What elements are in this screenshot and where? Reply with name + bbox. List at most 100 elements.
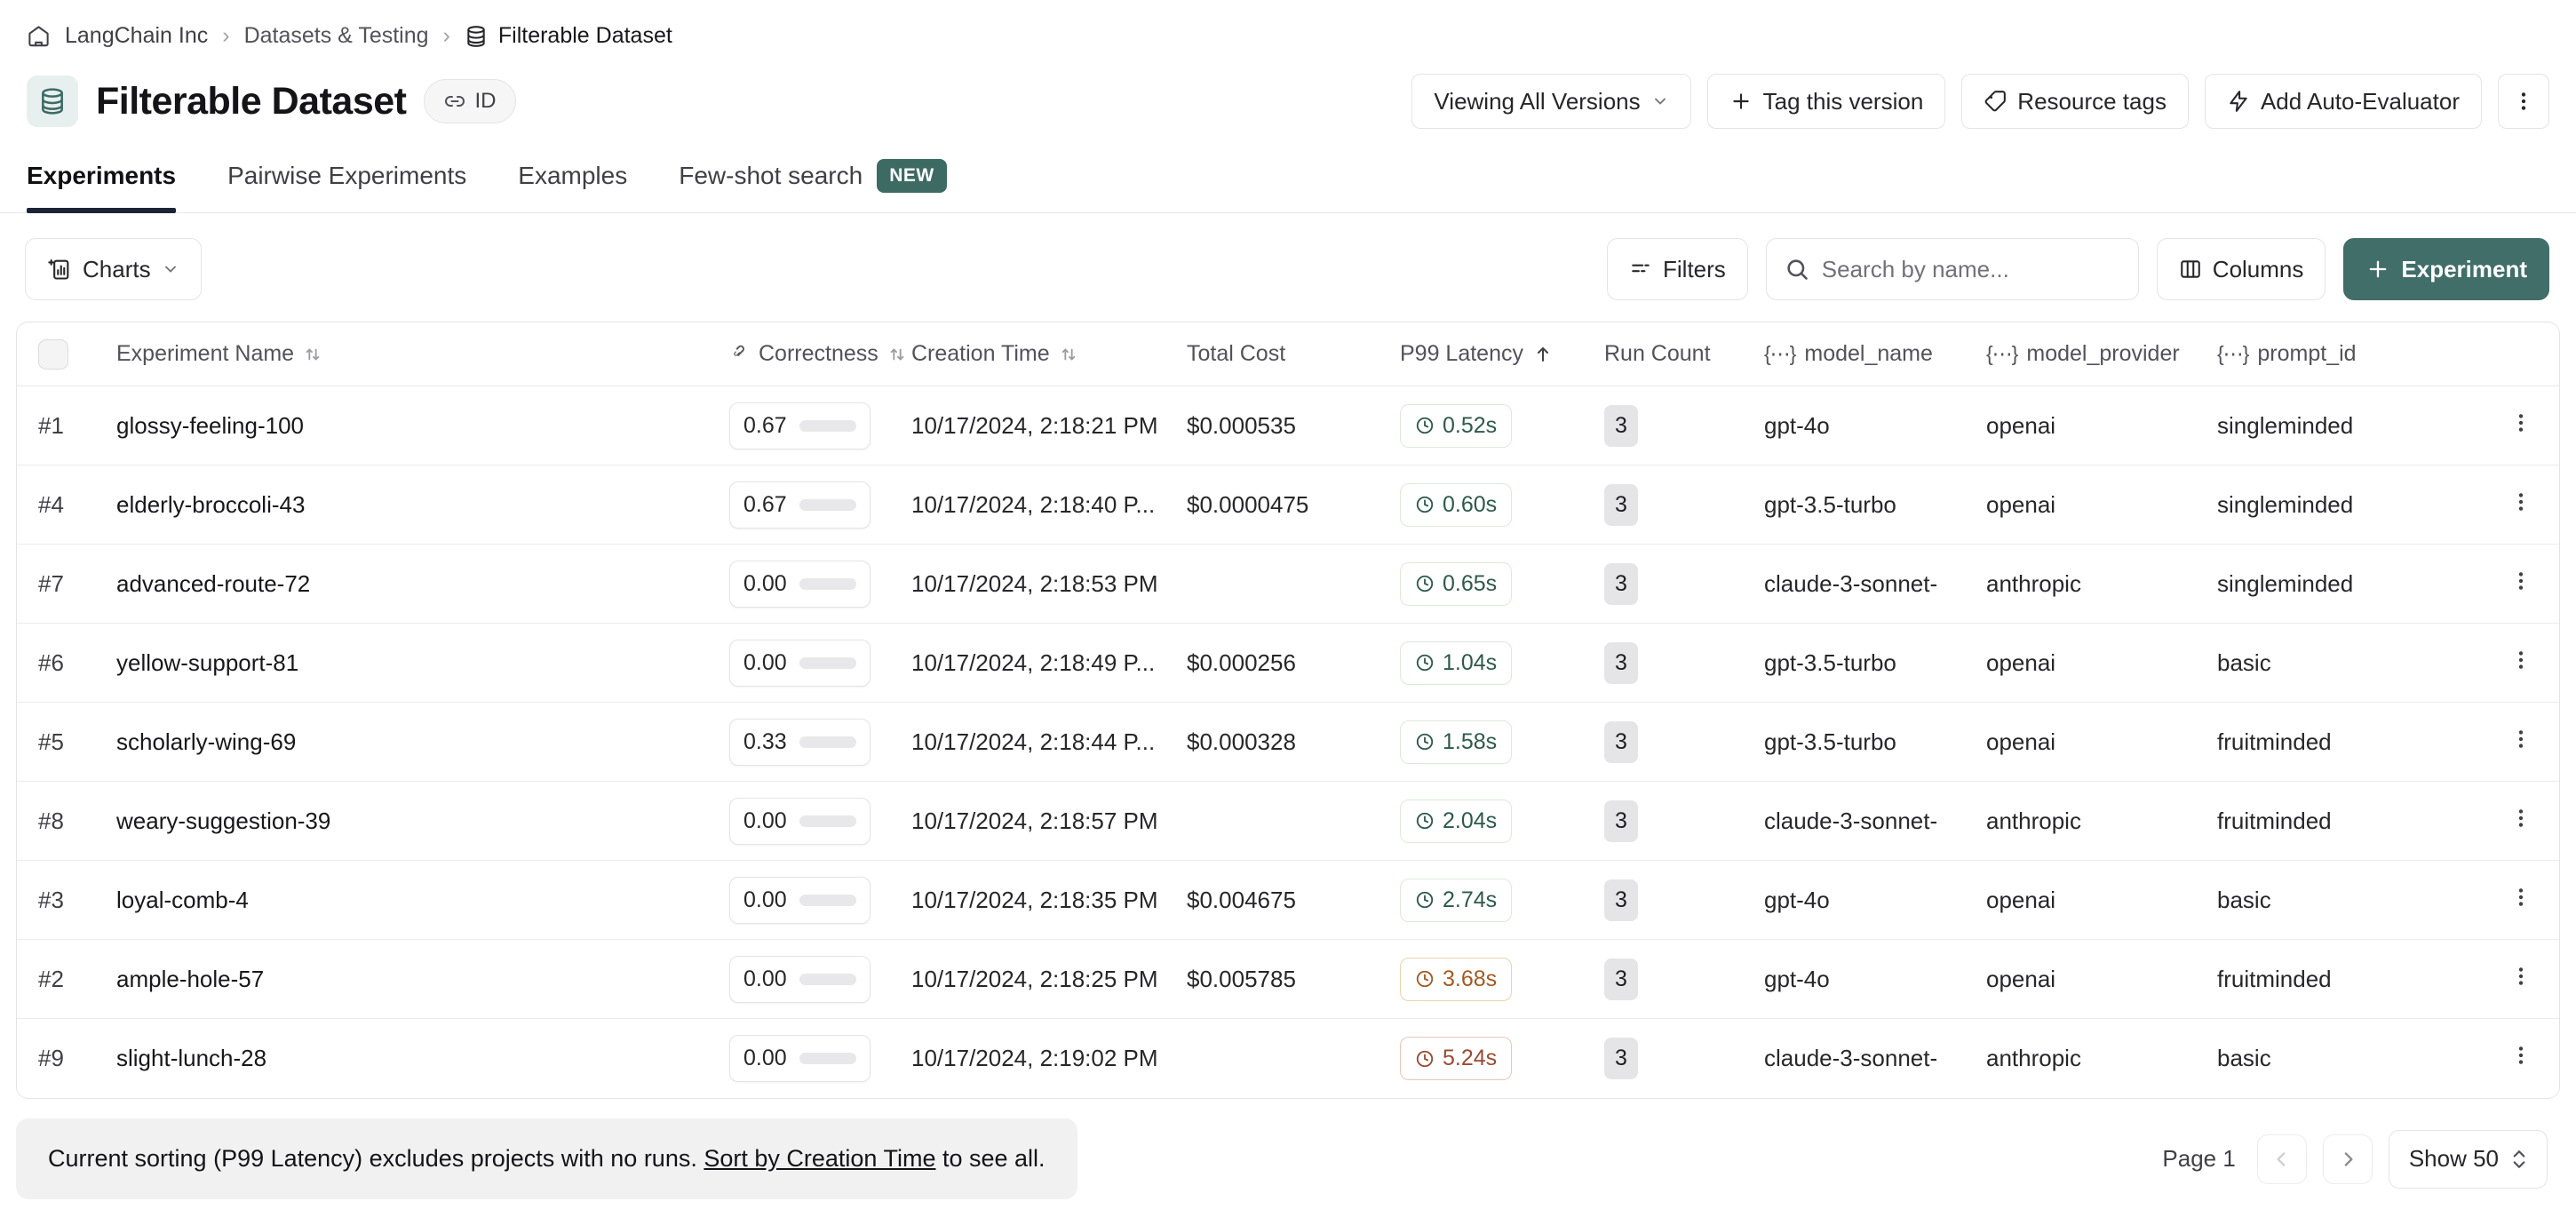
model-provider-value: openai bbox=[1986, 728, 2217, 756]
row-menu-button[interactable] bbox=[2504, 485, 2538, 525]
breadcrumb-section[interactable]: Datasets & Testing bbox=[244, 23, 429, 49]
row-menu-button[interactable] bbox=[2504, 959, 2538, 999]
tab-experiments[interactable]: Experiments bbox=[27, 159, 176, 212]
row-number: #8 bbox=[38, 807, 116, 835]
home-icon[interactable] bbox=[27, 24, 51, 48]
run-count-badge: 3 bbox=[1604, 484, 1638, 526]
total-cost: $0.000256 bbox=[1187, 649, 1400, 677]
experiment-name[interactable]: loyal-comb-4 bbox=[116, 887, 729, 914]
correctness-chip[interactable]: 0.67 bbox=[729, 402, 871, 449]
latency-chip: 2.04s bbox=[1400, 799, 1512, 843]
table-row[interactable]: #1 glossy-feeling-100 0.67 10/17/2024, 2… bbox=[17, 386, 2559, 465]
experiment-name[interactable]: ample-hole-57 bbox=[116, 966, 729, 993]
breadcrumb-current[interactable]: Filterable Dataset bbox=[465, 23, 672, 49]
kebab-icon bbox=[2509, 728, 2532, 751]
experiment-name[interactable]: glossy-feeling-100 bbox=[116, 412, 729, 440]
sort-icon[interactable] bbox=[303, 345, 322, 364]
col-run-count[interactable]: Run Count bbox=[1604, 341, 1764, 367]
table-row[interactable]: #4 elderly-broccoli-43 0.67 10/17/2024, … bbox=[17, 465, 2559, 545]
col-p99-latency[interactable]: P99 Latency bbox=[1400, 341, 1604, 367]
clock-icon bbox=[1415, 969, 1435, 989]
table-row[interactable]: #3 loyal-comb-4 0.00 10/17/2024, 2:18:35… bbox=[17, 861, 2559, 940]
new-experiment-button[interactable]: Experiment bbox=[2343, 238, 2549, 300]
sort-icon[interactable] bbox=[1059, 345, 1078, 364]
model-provider-value: openai bbox=[1986, 649, 2217, 677]
row-number: #5 bbox=[38, 728, 116, 756]
pagination: Page 1 Show 50 bbox=[2162, 1130, 2560, 1189]
search-input[interactable] bbox=[1822, 256, 2120, 283]
experiment-name[interactable]: advanced-route-72 bbox=[116, 570, 729, 598]
correctness-chip[interactable]: 0.00 bbox=[729, 640, 871, 687]
col-correctness[interactable]: Correctness bbox=[729, 341, 911, 367]
experiment-name[interactable]: elderly-broccoli-43 bbox=[116, 491, 729, 519]
creation-time: 10/17/2024, 2:19:02 PM bbox=[911, 1045, 1187, 1072]
tag-version-button[interactable]: Tag this version bbox=[1707, 74, 1946, 129]
table-row[interactable]: #8 weary-suggestion-39 0.00 10/17/2024, … bbox=[17, 782, 2559, 861]
resource-tags-button[interactable]: Resource tags bbox=[1961, 74, 2189, 129]
row-menu-button[interactable] bbox=[2504, 406, 2538, 446]
row-menu-button[interactable] bbox=[2504, 1038, 2538, 1078]
next-page-button[interactable] bbox=[2323, 1134, 2373, 1184]
row-menu-button[interactable] bbox=[2504, 801, 2538, 841]
experiment-name[interactable]: yellow-support-81 bbox=[116, 649, 729, 677]
clock-icon bbox=[1415, 890, 1435, 910]
kebab-icon bbox=[2509, 886, 2532, 909]
correctness-chip[interactable]: 0.00 bbox=[729, 561, 871, 608]
row-menu-button[interactable] bbox=[2504, 880, 2538, 920]
viewing-versions-dropdown[interactable]: Viewing All Versions bbox=[1411, 74, 1690, 129]
col-prompt-id[interactable]: {⋯}prompt_id bbox=[2217, 341, 2421, 367]
table-row[interactable]: #6 yellow-support-81 0.00 10/17/2024, 2:… bbox=[17, 624, 2559, 703]
correctness-chip[interactable]: 0.33 bbox=[729, 719, 871, 766]
tab-few-shot-search[interactable]: Few-shot search NEW bbox=[679, 159, 946, 212]
header-more-button[interactable] bbox=[2498, 74, 2549, 129]
add-auto-evaluator-button[interactable]: Add Auto-Evaluator bbox=[2205, 74, 2482, 129]
tab-pairwise-experiments[interactable]: Pairwise Experiments bbox=[227, 159, 466, 212]
experiment-name[interactable]: slight-lunch-28 bbox=[116, 1045, 729, 1072]
table-row[interactable]: #9 slight-lunch-28 0.00 10/17/2024, 2:19… bbox=[17, 1019, 2559, 1098]
correctness-bar bbox=[799, 815, 856, 827]
filters-button[interactable]: Filters bbox=[1607, 238, 1748, 300]
correctness-chip[interactable]: 0.00 bbox=[729, 798, 871, 845]
sort-ascending-icon[interactable] bbox=[1532, 344, 1554, 365]
prompt-id-value: singleminded bbox=[2217, 570, 2421, 598]
col-total-cost[interactable]: Total Cost bbox=[1187, 341, 1400, 367]
creation-time: 10/17/2024, 2:18:53 PM bbox=[911, 570, 1187, 598]
prompt-id-value: basic bbox=[2217, 887, 2421, 914]
zap-icon bbox=[2227, 90, 2250, 113]
breadcrumb-org[interactable]: LangChain Inc bbox=[65, 23, 208, 49]
prompt-id-value: singleminded bbox=[2217, 412, 2421, 440]
columns-button[interactable]: Columns bbox=[2157, 238, 2326, 300]
correctness-bar bbox=[799, 895, 856, 906]
model-provider-value: openai bbox=[1986, 887, 2217, 914]
row-menu-button[interactable] bbox=[2504, 722, 2538, 762]
col-creation-time[interactable]: Creation Time bbox=[911, 341, 1187, 367]
row-menu-button[interactable] bbox=[2504, 564, 2538, 604]
col-model-provider[interactable]: {⋯}model_provider bbox=[1986, 341, 2217, 367]
tab-bar: Experiments Pairwise Experiments Example… bbox=[0, 159, 2576, 213]
prev-page-button[interactable] bbox=[2257, 1134, 2307, 1184]
link-icon bbox=[729, 344, 750, 364]
chevron-left-icon bbox=[2270, 1148, 2294, 1171]
dataset-id-pill[interactable]: ID bbox=[424, 79, 516, 123]
columns-icon bbox=[2179, 258, 2202, 281]
table-row[interactable]: #2 ample-hole-57 0.00 10/17/2024, 2:18:2… bbox=[17, 940, 2559, 1019]
tab-examples[interactable]: Examples bbox=[518, 159, 627, 212]
total-cost: $0.004675 bbox=[1187, 887, 1400, 914]
sort-by-creation-time-link[interactable]: Sort by Creation Time bbox=[704, 1145, 935, 1172]
table-row[interactable]: #7 advanced-route-72 0.00 10/17/2024, 2:… bbox=[17, 545, 2559, 624]
sort-icon[interactable] bbox=[887, 345, 907, 364]
col-model-name[interactable]: {⋯}model_name bbox=[1764, 341, 1986, 367]
charts-button[interactable]: Charts bbox=[25, 238, 202, 300]
chevron-down-icon bbox=[1651, 92, 1669, 110]
correctness-chip[interactable]: 0.00 bbox=[729, 1035, 871, 1082]
page-size-select[interactable]: Show 50 bbox=[2389, 1130, 2548, 1189]
correctness-chip[interactable]: 0.67 bbox=[729, 481, 871, 529]
select-all-checkbox[interactable] bbox=[38, 339, 68, 370]
row-menu-button[interactable] bbox=[2504, 643, 2538, 683]
correctness-chip[interactable]: 0.00 bbox=[729, 877, 871, 924]
experiment-name[interactable]: weary-suggestion-39 bbox=[116, 807, 729, 835]
correctness-chip[interactable]: 0.00 bbox=[729, 956, 871, 1003]
table-row[interactable]: #5 scholarly-wing-69 0.33 10/17/2024, 2:… bbox=[17, 703, 2559, 782]
experiment-name[interactable]: scholarly-wing-69 bbox=[116, 728, 729, 756]
col-experiment-name[interactable]: Experiment Name bbox=[116, 341, 729, 367]
